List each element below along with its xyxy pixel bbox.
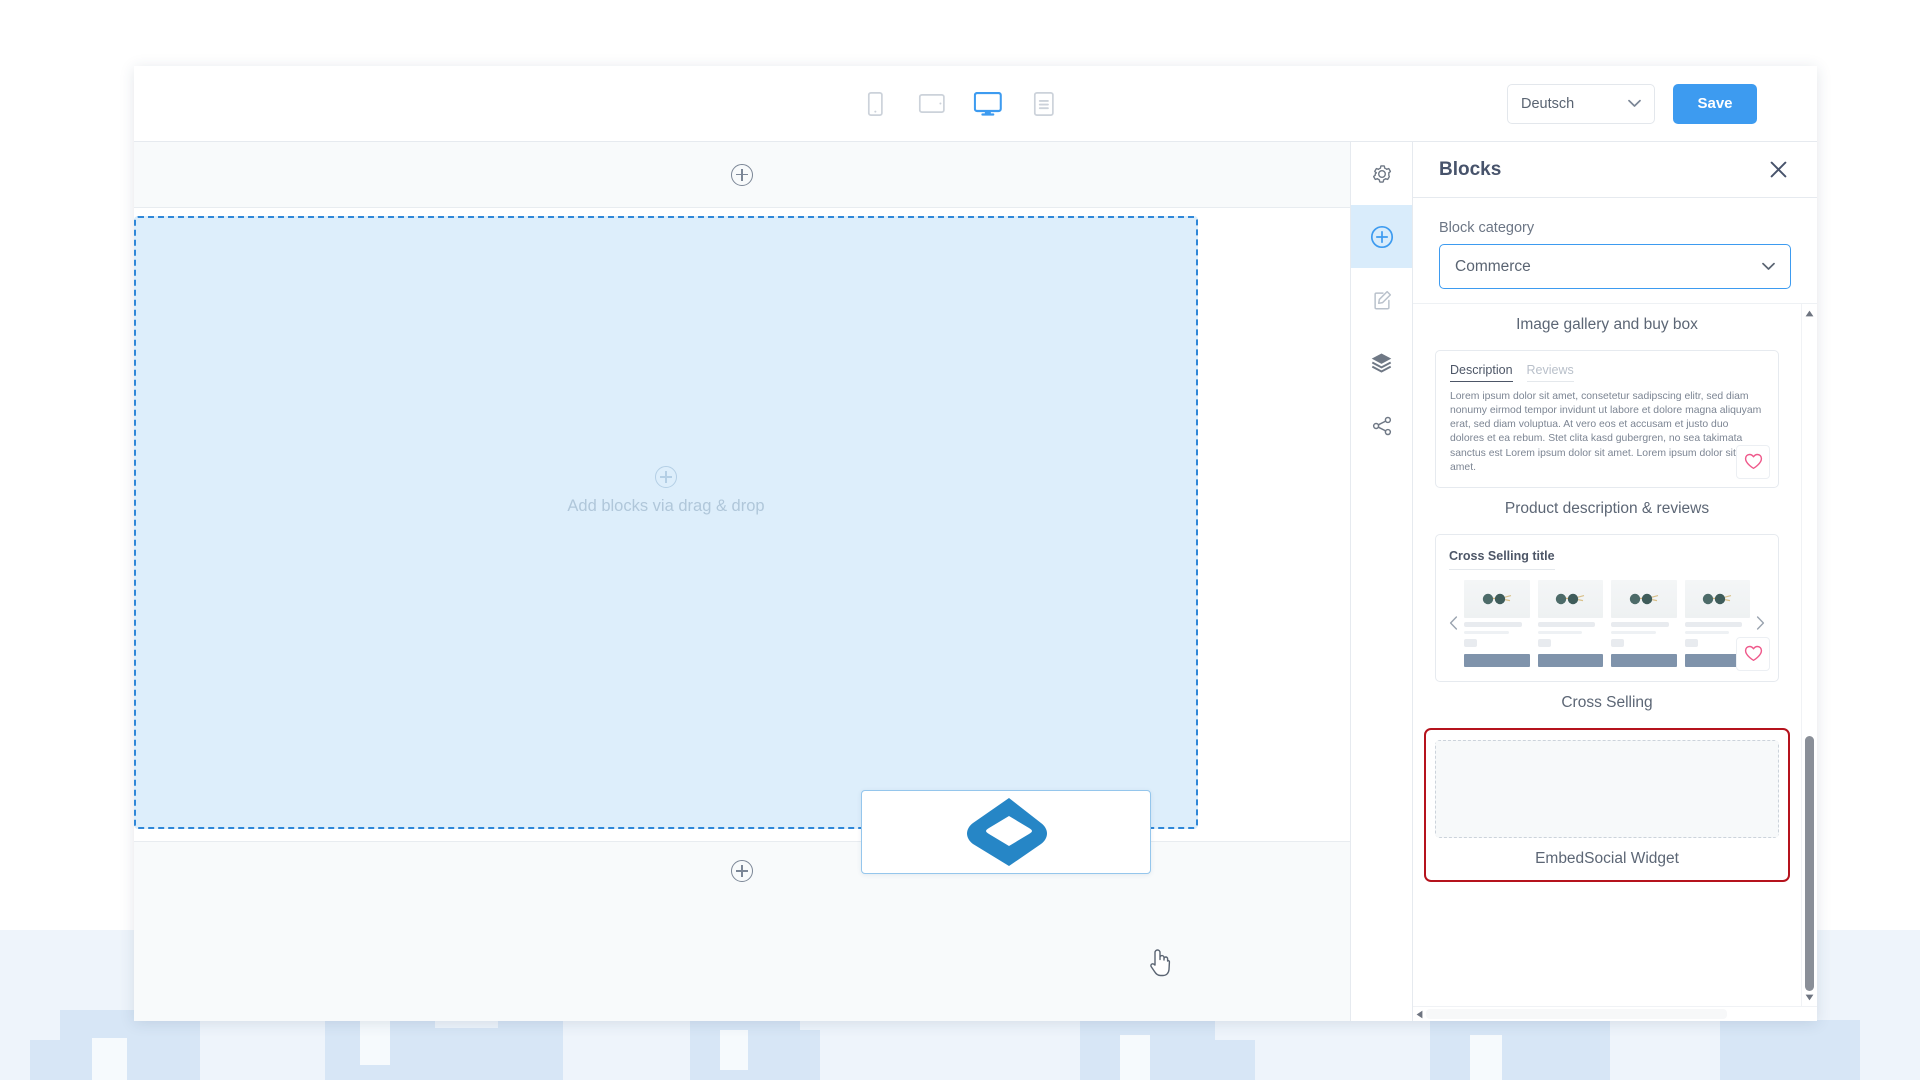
edit-document-icon [1373,290,1391,309]
toolbar-right-group: Deutsch Save [1507,83,1757,124]
blocks-vertical-scrollbar[interactable] [1801,304,1817,1006]
block-category-select[interactable]: Commerce [1439,244,1791,289]
carousel [1449,579,1765,667]
preview-tabs: Description Reviews [1450,363,1764,382]
product-button [1611,653,1677,667]
add-section-bottom[interactable] [134,841,1350,1021]
triangle-down-icon[interactable] [1803,991,1817,1003]
device-mobile-button[interactable] [858,87,892,121]
editor-tool-rail [1350,142,1413,1021]
tablet-icon [918,94,945,113]
add-section-top[interactable] [134,142,1350,208]
product-button [1464,653,1530,667]
heart-icon [1736,444,1770,479]
product-button [1537,653,1603,667]
dropzone-hint-label: Add blocks via drag & drop [567,497,765,515]
embedsocial-logo-icon [967,798,1047,866]
plus-circle-icon [655,466,677,488]
empty-widget-placeholder [1435,739,1779,838]
sunglasses-icon [1556,593,1585,605]
product-image [1611,579,1677,618]
page-builder-window: Deutsch Save Add blocks via drag & drop … [134,66,1817,1021]
device-desktop-button[interactable] [970,87,1004,121]
triangle-left-icon[interactable] [1413,1008,1426,1021]
plus-circle-icon [731,860,753,882]
blocks-horizontal-scrollbar[interactable] [1413,1006,1817,1021]
language-select[interactable]: Deutsch [1507,83,1655,124]
preview-tab-reviews: Reviews [1526,363,1574,382]
block-caption: Product description & reviews [1504,499,1710,517]
blocks-panel-header: Blocks [1413,142,1817,198]
blocks-scroll-area: Image gallery and buy box Description Re… [1413,303,1817,1006]
product-image [1464,579,1530,618]
dragged-block-ghost[interactable] [861,790,1151,874]
sunglasses-icon [1703,593,1732,605]
chevron-right-icon[interactable] [1756,616,1765,631]
content-list-button[interactable] [1026,87,1060,121]
blocks-panel: Blocks Block category Commerce Image gal… [1413,142,1817,1021]
vscroll-thumb[interactable] [1804,735,1814,991]
chevron-left-icon[interactable] [1449,616,1458,631]
block-category-label: Block category [1439,220,1535,236]
sunglasses-icon [1629,593,1658,605]
rail-item-add-blocks[interactable] [1351,205,1412,268]
language-select-value: Deutsch [1521,95,1575,112]
dropzone-wrapper: Add blocks via drag & drop [134,208,1350,841]
block-preview: Description Reviews Lorem ipsum dolor si… [1435,350,1779,488]
product-image [1537,579,1603,618]
device-preview-switcher [858,87,1060,121]
block-item-cross-selling[interactable]: Cross Selling title Cross Selling [1435,533,1779,718]
block-item-product-description[interactable]: Description Reviews Lorem ipsum dolor si… [1435,350,1779,524]
mobile-icon [867,91,883,116]
rail-item-share[interactable] [1351,394,1412,457]
triangle-up-icon[interactable] [1803,307,1817,319]
preview-tab-description: Description [1450,363,1513,382]
chevron-down-icon [1628,99,1641,108]
dropzone-hint: Add blocks via drag & drop [136,466,1196,516]
block-caption: EmbedSocial Widget [1535,849,1679,867]
hscroll-track[interactable] [1426,1007,1817,1021]
block-list: Image gallery and buy box Description Re… [1413,304,1801,1006]
save-button[interactable]: Save [1673,83,1757,124]
block-category-section: Block category Commerce [1413,198,1817,303]
block-caption: Cross Selling [1561,693,1653,711]
hscroll-thumb[interactable] [1426,1009,1728,1019]
preview-body-text: Lorem ipsum dolor sit amet, consetetur s… [1450,391,1762,473]
rail-item-layers[interactable] [1351,331,1412,394]
carousel-card [1537,579,1603,667]
layers-icon [1371,353,1392,373]
block-caption: Image gallery and buy box [1516,316,1698,333]
panel-title: Blocks [1439,158,1502,180]
product-image [1684,579,1750,618]
close-icon[interactable] [1770,161,1787,178]
carousel-title: Cross Selling title [1449,549,1555,570]
rail-item-settings[interactable] [1351,142,1412,205]
block-category-value: Commerce [1455,257,1531,275]
block-dropzone[interactable]: Add blocks via drag & drop [134,216,1198,829]
desktop-icon [973,91,1002,116]
top-toolbar: Deutsch Save [134,66,1817,142]
content-list-icon [1033,91,1054,116]
plus-circle-outline-icon [1370,225,1393,248]
block-item-image-gallery[interactable]: Image gallery and buy box [1435,304,1779,340]
page-canvas: Add blocks via drag & drop [134,142,1350,1021]
sunglasses-icon [1482,593,1511,605]
carousel-cards [1464,579,1750,667]
gear-icon [1372,164,1391,183]
block-preview [1435,739,1779,838]
app-body: Add blocks via drag & drop Blocks Block … [134,142,1817,1021]
block-item-embedsocial-widget[interactable]: EmbedSocial Widget [1424,727,1790,882]
block-preview: Cross Selling title [1435,533,1779,682]
device-tablet-button[interactable] [914,87,948,121]
chevron-down-icon [1762,262,1775,271]
vscroll-track[interactable] [1802,319,1817,991]
heart-icon [1736,636,1770,671]
share-network-icon [1372,416,1391,435]
carousel-card [1611,579,1677,667]
rail-item-edit-content[interactable] [1351,268,1412,331]
carousel-card [1464,579,1530,667]
plus-circle-icon [731,163,753,186]
